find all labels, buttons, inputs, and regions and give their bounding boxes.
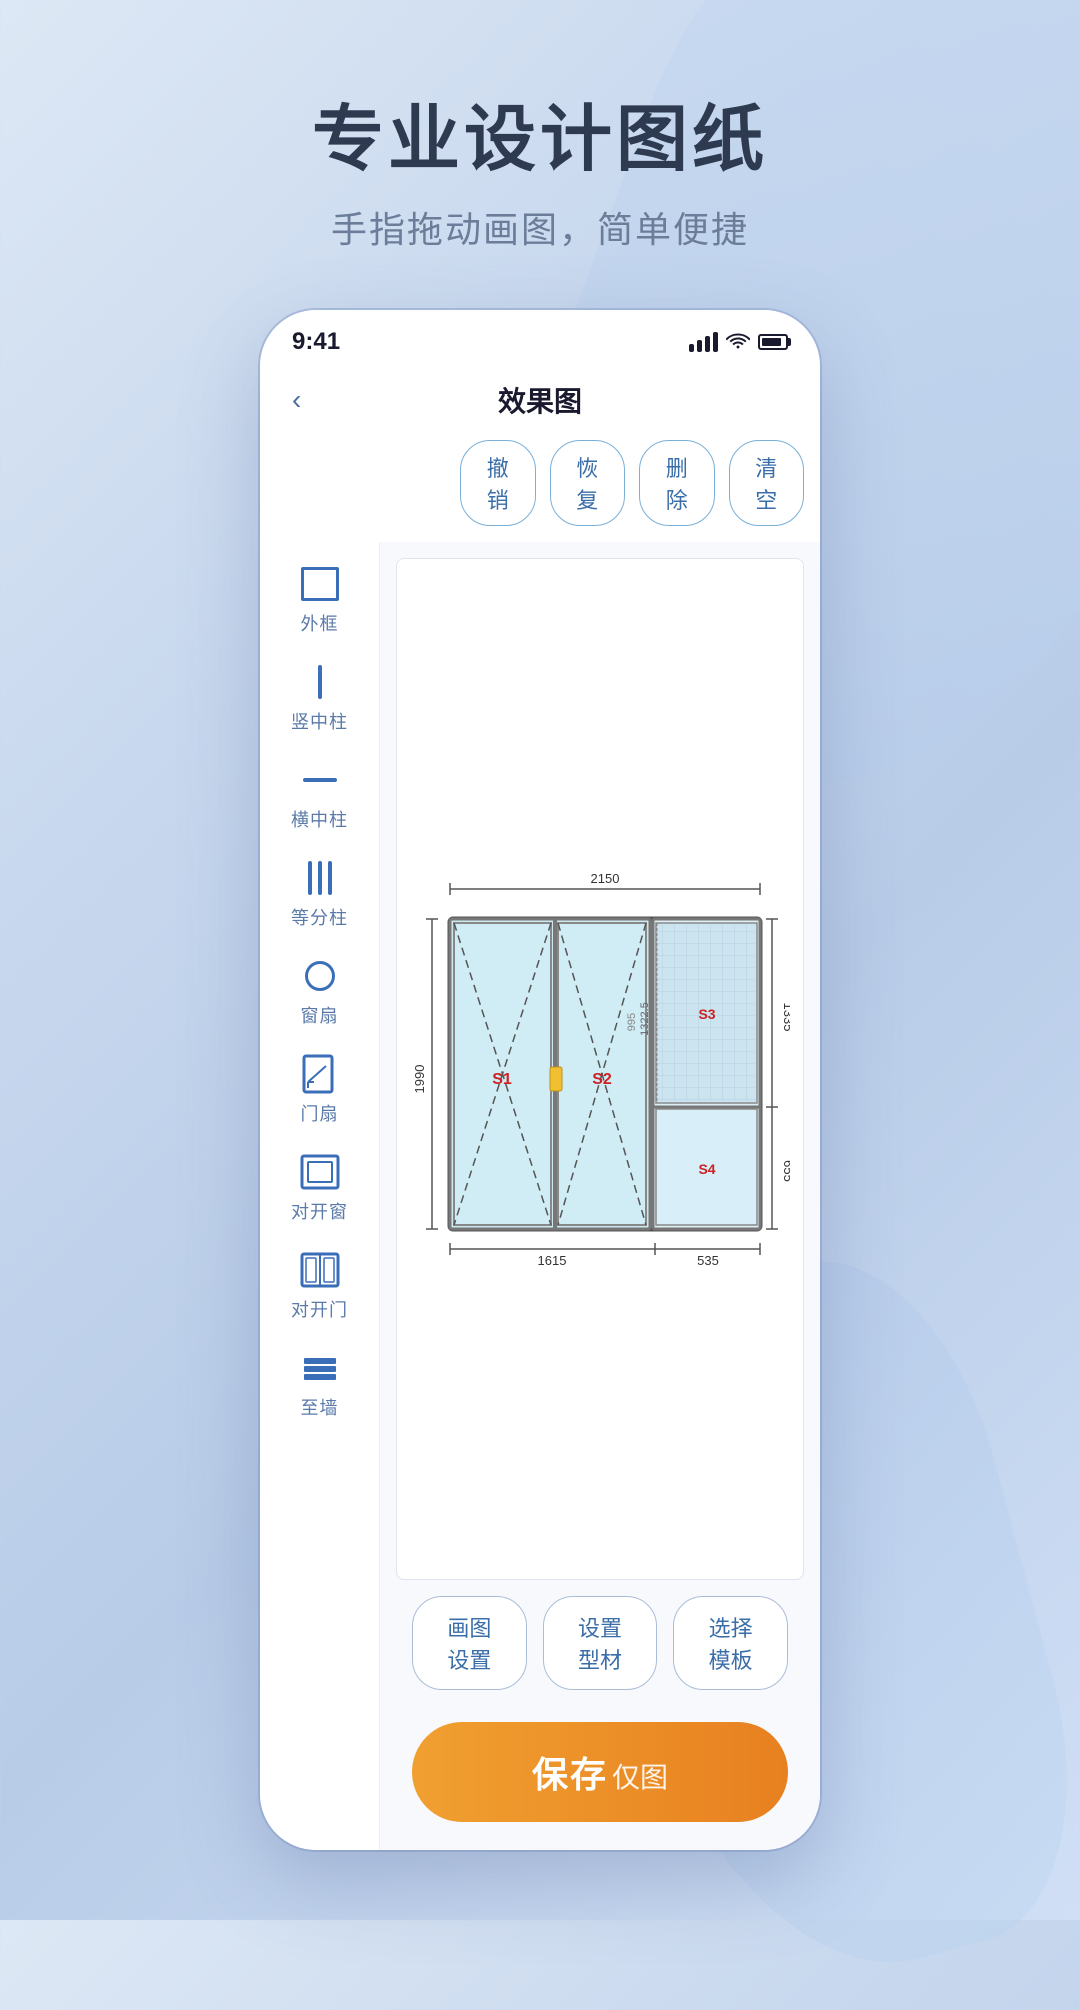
sidebar-item-wall[interactable]: 至墙 <box>260 1336 379 1430</box>
sub-title: 手指拖动画图，简单便捷 <box>0 201 1080 253</box>
casement-window-icon <box>300 1154 340 1190</box>
horiz-pillar-icon <box>303 778 337 782</box>
sidebar-item-casement-window[interactable]: 对开窗 <box>260 1140 379 1234</box>
sidebar-label-door-sash: 门扇 <box>301 1100 339 1126</box>
equal-pillars-icon <box>308 861 332 895</box>
save-button-sub-text: 仅图 <box>612 1762 668 1793</box>
wall-icon <box>300 1350 340 1386</box>
sidebar-label-wall: 至墙 <box>301 1394 339 1420</box>
sidebar-item-door-sash[interactable]: 门扇 <box>260 1042 379 1136</box>
bottom-toolbar: 画图设置 设置型材 选择模板 <box>396 1596 804 1690</box>
phone-frame: 9:41 ‹ 效果图 撤销 恢复 删除 清 <box>260 310 820 1850</box>
sidebar-item-horiz-pillar[interactable]: 横中柱 <box>260 748 379 842</box>
window-diagram: 2150 1990 1335 655 <box>410 859 790 1279</box>
sidebar-item-vert-pillar[interactable]: 竖中柱 <box>260 650 379 744</box>
sidebar-item-window-sash[interactable]: 窗扇 <box>260 944 379 1038</box>
door-sash-icon <box>302 1054 338 1094</box>
sidebar-label-window-sash: 窗扇 <box>301 1002 339 1028</box>
sidebar-item-casement-door[interactable]: 对开门 <box>260 1238 379 1332</box>
sidebar-item-equal-pillars[interactable]: 等分柱 <box>260 846 379 940</box>
page-title: 效果图 <box>498 380 582 420</box>
sidebar-label-casement-window: 对开窗 <box>291 1198 348 1224</box>
casement-door-icon <box>300 1252 340 1288</box>
delete-button[interactable]: 删除 <box>639 440 715 526</box>
toolbar: 撤销 恢复 删除 清空 <box>260 440 820 542</box>
sidebar-label-casement-door: 对开门 <box>291 1296 348 1322</box>
svg-text:535: 535 <box>697 1253 719 1268</box>
sidebar-label-vert-pillar: 竖中柱 <box>291 708 348 734</box>
select-template-button[interactable]: 选择模板 <box>673 1596 788 1690</box>
battery-icon <box>758 334 788 350</box>
material-settings-button[interactable]: 设置型材 <box>543 1596 658 1690</box>
svg-text:1335: 1335 <box>781 1003 790 1032</box>
sidebar-label-equal-pillars: 等分柱 <box>291 904 348 930</box>
drawing-canvas: 2150 1990 1335 655 <box>380 542 820 1850</box>
nav-bar: ‹ 效果图 <box>260 366 820 440</box>
svg-text:S1: S1 <box>492 1071 512 1088</box>
window-drawing[interactable]: 2150 1990 1335 655 <box>396 558 804 1580</box>
sidebar-label-horiz-pillar: 横中柱 <box>291 806 348 832</box>
sidebar-label-outer-frame: 外框 <box>301 610 339 636</box>
clear-button[interactable]: 清空 <box>729 440 805 526</box>
svg-text:995: 995 <box>626 1013 638 1031</box>
title-section: 专业设计图纸 手指拖动画图，简单便捷 <box>0 80 1080 253</box>
signal-icon <box>689 332 718 352</box>
svg-text:1990: 1990 <box>412 1065 427 1094</box>
sidebar: 外框 竖中柱 横中柱 <box>260 542 380 1850</box>
window-sash-icon <box>305 961 335 991</box>
svg-text:S4: S4 <box>698 1161 715 1177</box>
sidebar-item-outer-frame[interactable]: 外框 <box>260 552 379 646</box>
drawing-settings-button[interactable]: 画图设置 <box>412 1596 527 1690</box>
content-area: 外框 竖中柱 横中柱 <box>260 542 820 1850</box>
svg-text:1322.5: 1322.5 <box>639 1002 651 1036</box>
main-title: 专业设计图纸 <box>0 80 1080 185</box>
svg-text:1615: 1615 <box>538 1253 567 1268</box>
redo-button[interactable]: 恢复 <box>550 440 626 526</box>
vert-pillar-icon <box>318 665 322 699</box>
svg-text:S3: S3 <box>698 1006 715 1022</box>
save-button-bold-text: 保存 <box>532 1754 608 1795</box>
wifi-icon <box>726 329 750 355</box>
status-bar: 9:41 <box>260 310 820 366</box>
status-icons <box>689 329 788 355</box>
outer-frame-icon <box>301 567 339 601</box>
svg-text:S2: S2 <box>592 1071 612 1088</box>
undo-button[interactable]: 撤销 <box>460 440 536 526</box>
save-button[interactable]: 保存仅图 <box>412 1722 788 1822</box>
status-time: 9:41 <box>292 328 340 356</box>
svg-text:655: 655 <box>781 1160 790 1182</box>
svg-text:2150: 2150 <box>591 871 620 886</box>
back-button[interactable]: ‹ <box>284 376 309 424</box>
